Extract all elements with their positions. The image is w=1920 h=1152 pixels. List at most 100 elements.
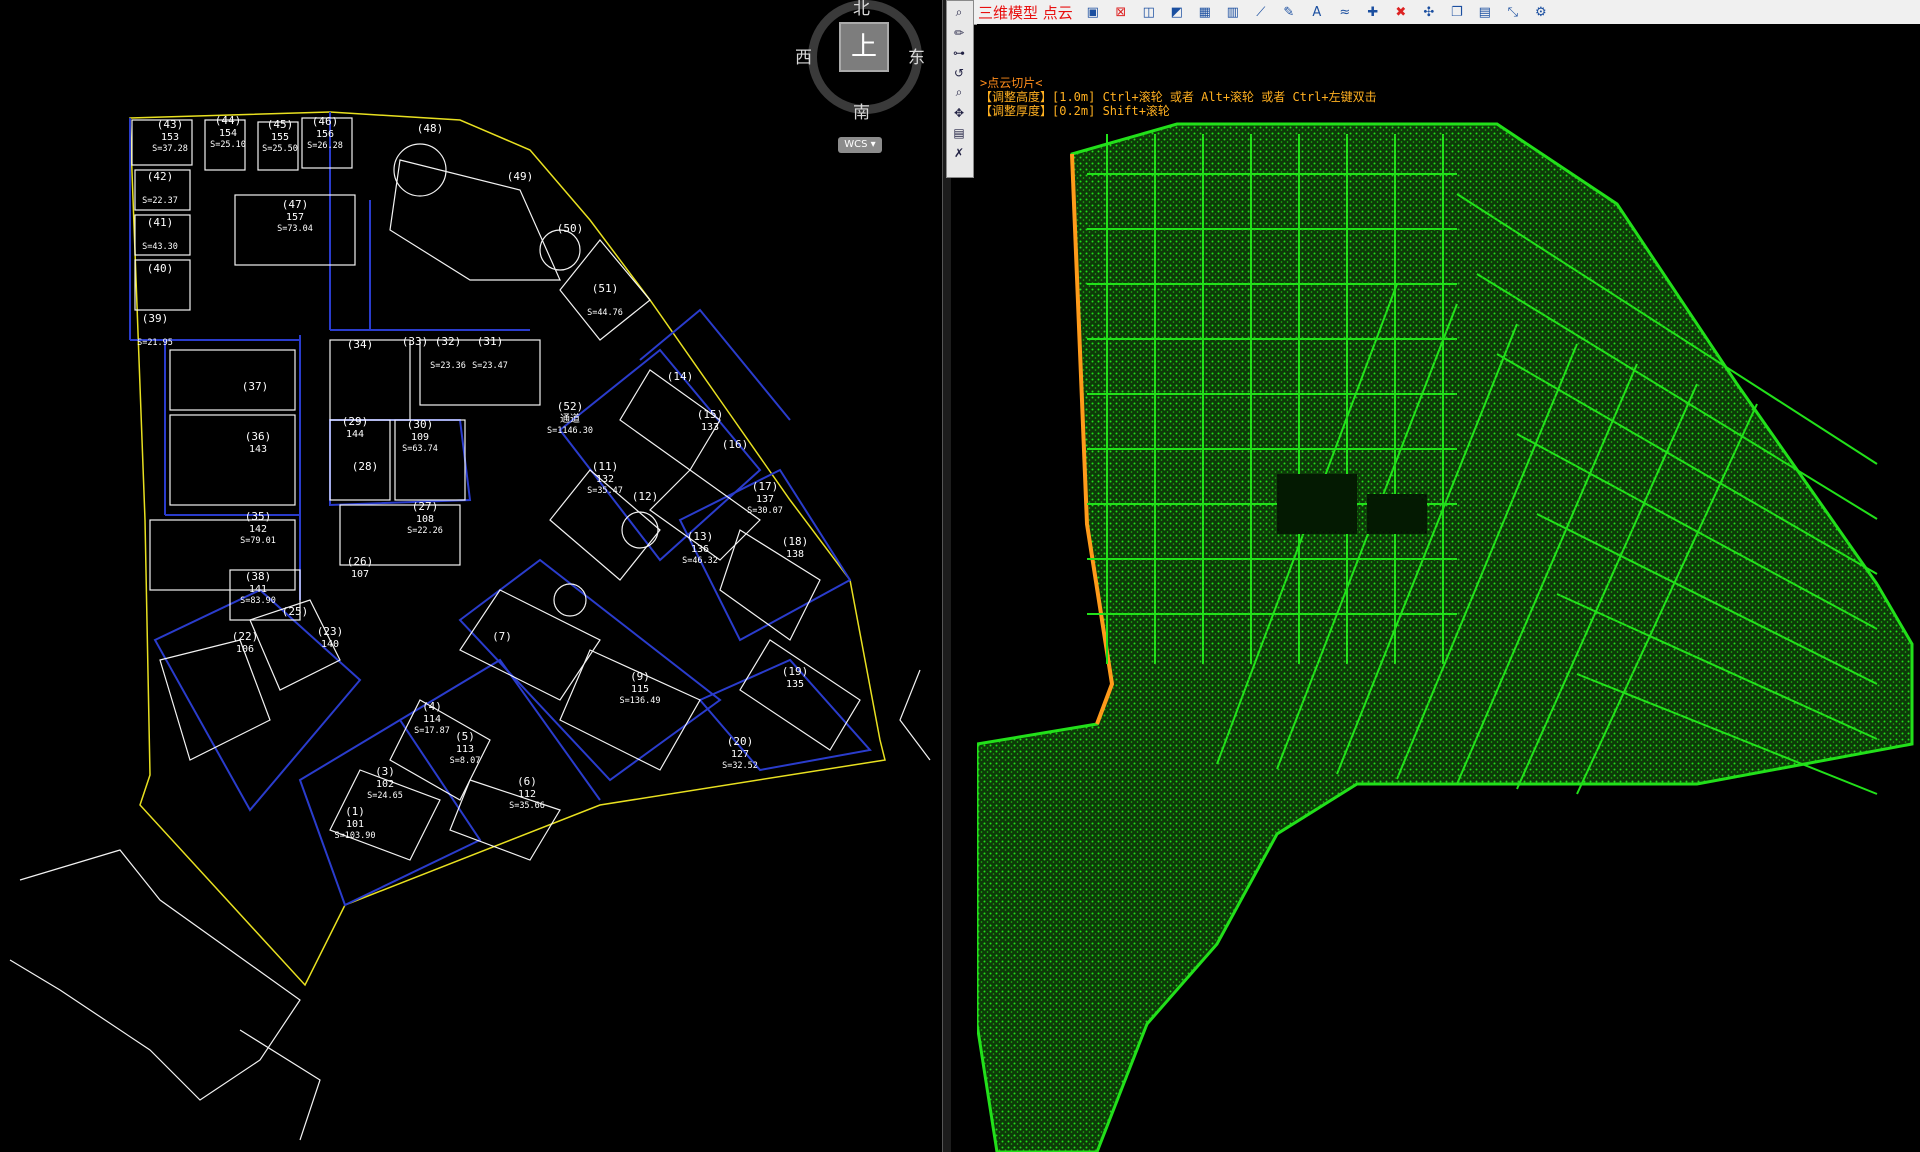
settings-icon: ⚙ — [1534, 4, 1547, 20]
parcel-label: (51) S=44.76 — [587, 282, 623, 318]
parcel-label: (35)142S=79.01 — [240, 510, 276, 546]
parcel-area: S=35.66 — [509, 801, 545, 811]
parcel-num: 155 — [271, 132, 289, 143]
parcel-label: (13)136S=46.32 — [682, 530, 718, 566]
profile-icon: ▦ — [1198, 4, 1211, 20]
parcel-label: (37) — [242, 380, 269, 393]
parcel-label: (50) — [557, 222, 584, 235]
parcel-id: (18) — [782, 535, 809, 548]
parcel-num: 156 — [316, 129, 334, 140]
chart-button[interactable]: ▥ — [1221, 2, 1245, 22]
model-box-icon: ▣ — [1086, 4, 1099, 20]
point-remove-button[interactable]: ✖ — [1389, 2, 1413, 22]
parcel-num: 127 — [731, 749, 749, 760]
parcel-label: (3)102S=24.65 — [367, 765, 403, 801]
parcel-id: (23) — [317, 625, 344, 638]
parcel-id: (41) — [147, 216, 174, 229]
parcel-id: (15) — [697, 408, 724, 421]
parcel-num: 143 — [249, 444, 267, 455]
parcel-area: S=22.37 — [142, 196, 178, 206]
parcel-num: 115 — [631, 684, 649, 695]
surface-button[interactable]: ◩ — [1165, 2, 1189, 22]
layer-button[interactable]: ▤ — [1473, 2, 1497, 22]
surface-icon: ◩ — [1170, 4, 1183, 20]
prompt-title: >点云切片< — [980, 76, 1043, 90]
parcel-id: (37) — [242, 380, 269, 393]
parcel-num: 153 — [161, 132, 179, 143]
parcel-num: 154 — [219, 128, 237, 139]
clear-tool-button[interactable]: ✗ — [949, 144, 969, 161]
parcel-num: 101 — [346, 819, 364, 830]
parcel-num: 107 — [351, 569, 369, 580]
parcel-area: S=37.28 — [152, 144, 188, 154]
parcel-label: (48) — [417, 122, 444, 135]
parcel-area: S=44.76 — [587, 308, 623, 318]
cloud-area — [977, 122, 1914, 1152]
pointcloud-viewport[interactable] — [977, 24, 1920, 1152]
copy-button[interactable]: ❐ — [1445, 2, 1469, 22]
parcel-label: (27)108S=22.26 — [407, 500, 443, 536]
vector-button[interactable]: ⤡ — [1501, 2, 1525, 22]
parcel-label: (45)155S=25.50 — [262, 118, 298, 154]
parcel-label: (22)106 — [232, 630, 259, 655]
auto-button[interactable]: A — [1305, 2, 1329, 22]
compass-east[interactable]: 东 — [908, 43, 925, 68]
parcel-id: (46) — [312, 115, 339, 128]
parcel-id: (39) — [142, 312, 169, 325]
parcel-label: (29)144 — [342, 415, 369, 440]
profile-button[interactable]: ▦ — [1193, 2, 1217, 22]
layer-icon: ▤ — [1478, 4, 1491, 20]
parcel-id: (31) — [477, 335, 504, 348]
curve-tool-button[interactable]: ↺ — [949, 64, 969, 81]
pencil-tool-button[interactable]: ✏ — [949, 24, 969, 41]
point-add-button[interactable]: ✚ — [1361, 2, 1385, 22]
pan-tool-button[interactable]: ✥ — [949, 104, 969, 121]
parcel-label: (31) S=23.47 — [472, 335, 508, 371]
toolbar-title[interactable]: 三维模型 点云 — [974, 2, 1079, 23]
split-icon: ◫ — [1142, 4, 1155, 20]
delete-box-button[interactable]: ⊠ — [1109, 2, 1133, 22]
line-tool-icon: ⟋ — [1256, 4, 1266, 20]
parcel-num: 135 — [786, 679, 804, 690]
parcel-label: (15)133 — [697, 408, 724, 433]
compass-south[interactable]: 南 — [853, 98, 870, 123]
parcel-id: (36) — [245, 430, 272, 443]
line-tool-button[interactable]: ⟋ — [1249, 2, 1273, 22]
copy-icon: ❐ — [1450, 4, 1463, 20]
parcel-label: (16) — [722, 438, 749, 451]
parcel-id: (4) — [422, 700, 442, 713]
parcel-id: (6) — [517, 775, 537, 788]
settings-button[interactable]: ⚙ — [1529, 2, 1553, 22]
parcel-label: (42) S=22.37 — [142, 170, 178, 206]
layer-icon: ▤ — [953, 125, 965, 140]
zoom-tool-button[interactable]: ⌕ — [949, 4, 969, 21]
layer-tool-button[interactable]: ▤ — [949, 124, 969, 141]
wave-button[interactable]: ≈ — [1333, 2, 1357, 22]
parcel-num: 136 — [691, 544, 709, 555]
parcel-area: S=1146.30 — [547, 426, 593, 436]
model-box-button[interactable]: ▣ — [1081, 2, 1105, 22]
cad-viewport[interactable]: (43) 153 S=37.28 (44) 154 S=25.10 (45) 155 S=25.… — [0, 0, 942, 1152]
parcel-label: (1)101S=103.90 — [335, 805, 376, 841]
pen-button[interactable]: ✎ — [1277, 2, 1301, 22]
compass-west[interactable]: 西 — [795, 43, 812, 68]
compass-north[interactable]: 北 — [853, 0, 870, 19]
clear-icon: ✗ — [953, 145, 965, 160]
view-cube-top-face[interactable]: 上 — [839, 22, 889, 72]
node-tool-button[interactable]: ⊶ — [949, 44, 969, 61]
parcel-area: S=23.47 — [472, 361, 508, 371]
parcel-id: (1) — [345, 805, 365, 818]
parcel-id: (7) — [492, 630, 512, 643]
prompt-thickness-hint: 【调整厚度】[0.2m] Shift+滚轮 — [980, 104, 1170, 118]
parcel-id: (20) — [727, 735, 754, 748]
search-tool-button[interactable]: ⌕ — [949, 84, 969, 101]
pencil-icon: ✏ — [953, 25, 965, 40]
parcel-label: (34) — [347, 338, 374, 351]
wcs-menu[interactable]: WCS ▾ — [838, 137, 882, 153]
split-button[interactable]: ◫ — [1137, 2, 1161, 22]
parcel-label: (32) S=23.36 — [430, 335, 466, 371]
parcel-area: S=23.36 — [430, 361, 466, 371]
parcel-num: 133 — [701, 422, 719, 433]
point-move-button[interactable]: ✣ — [1417, 2, 1441, 22]
pointcloud-toolbar: 三维模型 点云 ▣ ⊠ ◫ ◩ ▦ ▥ ⟋ ✎ A ≈ ✚ ✖ ✣ ❐ ▤ ⤡ ⚙ — [974, 0, 1920, 25]
